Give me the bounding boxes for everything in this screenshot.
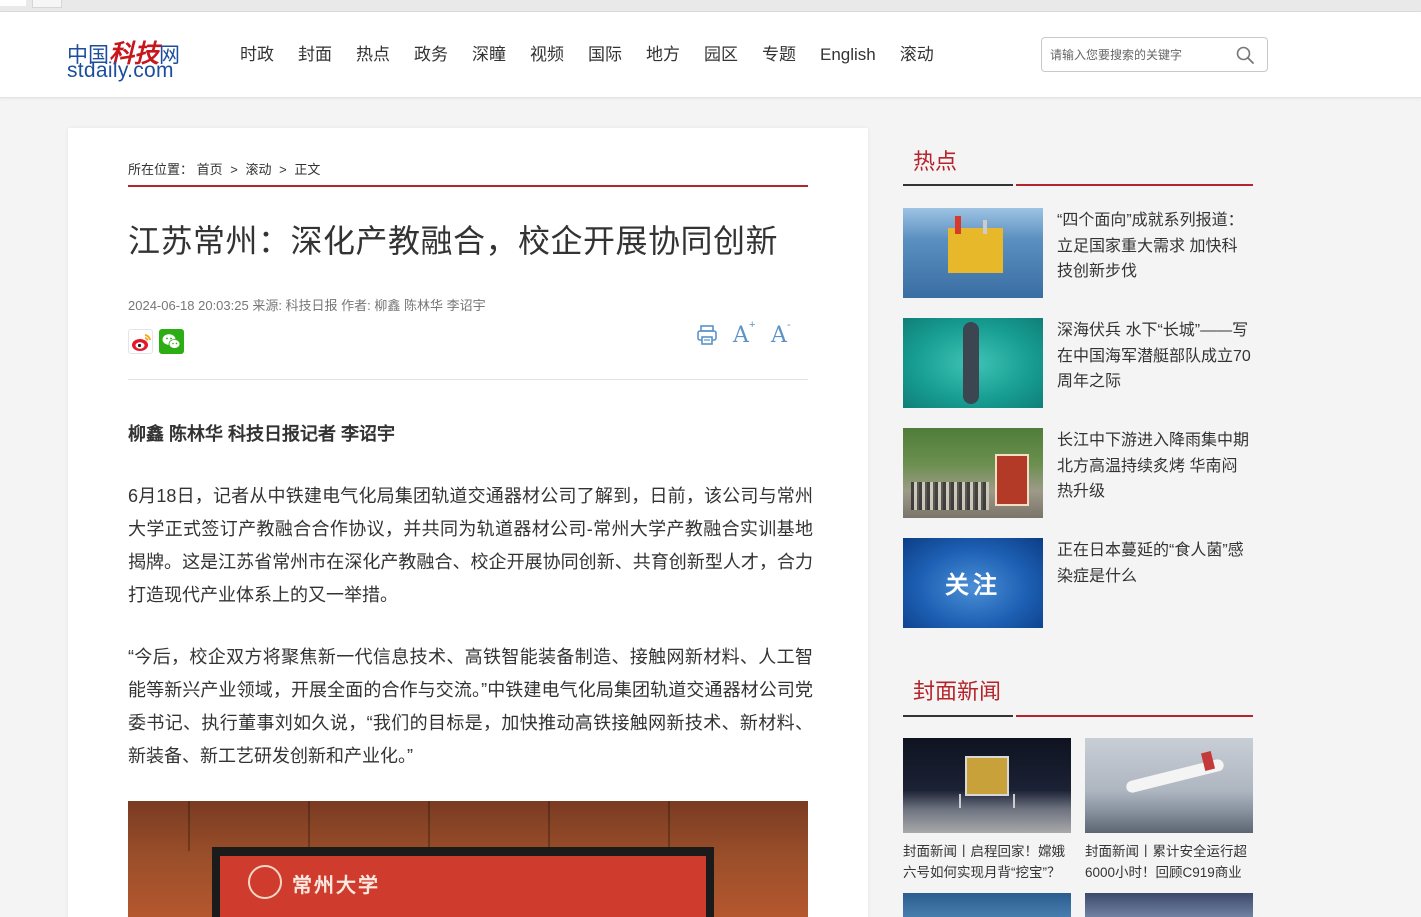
cover-list-item[interactable]: 封面新闻丨累计安全运行超6000小时！回顾C919商业运营一周年 bbox=[1085, 738, 1253, 883]
thumb-detail bbox=[948, 228, 1003, 273]
hot-item-title[interactable]: “四个面向”成就系列报道：立足国家重大需求 加快科技创新步伐 bbox=[1057, 208, 1253, 285]
font-decrease-button[interactable]: A- bbox=[771, 319, 795, 348]
font-decrease-sup: - bbox=[787, 319, 791, 331]
photo-detail bbox=[668, 801, 670, 851]
cover-item-title[interactable]: 封面新闻丨启程回家！嫦娥六号如何实现月背“挖宝”？ bbox=[903, 841, 1071, 883]
article-title: 江苏常州：深化产教融合，校企开展协同创新 bbox=[128, 223, 779, 259]
nav-item-politics[interactable]: 时政 bbox=[228, 43, 286, 69]
main-nav: 时政 封面 热点 政务 深瞳 视频 国际 地方 园区 专题 English 滚动 bbox=[228, 43, 946, 69]
site-logo[interactable]: 中国科技网 stdaily.com bbox=[67, 34, 197, 82]
photo-university-name: 常州大学 bbox=[292, 873, 380, 897]
article-paragraph: 6月18日，记者从中铁建电气化局集团轨道交通器材公司了解到，日前，该公司与常州大… bbox=[128, 486, 813, 605]
breadcrumb-prefix: 所在位置： bbox=[128, 162, 194, 177]
thumb-detail bbox=[959, 794, 1015, 808]
search-input[interactable] bbox=[1050, 44, 1230, 66]
font-increase-label: A bbox=[733, 323, 749, 348]
nav-item-scroll[interactable]: 滚动 bbox=[888, 43, 946, 69]
article-card: 所在位置： 首页 > 滚动 > 正文 江苏常州：深化产教融合，校企开展协同创新 … bbox=[68, 128, 868, 917]
breadcrumb-current: 正文 bbox=[294, 162, 321, 177]
thumb-detail bbox=[963, 322, 979, 404]
nav-item-video[interactable]: 视频 bbox=[518, 43, 576, 69]
search-icon[interactable] bbox=[1235, 45, 1255, 65]
photo-detail bbox=[428, 801, 430, 851]
article-author-line: 柳鑫 陈林华 科技日报记者 李诏宇 bbox=[128, 424, 396, 444]
article-paragraph: “今后，校企双方将聚焦新一代信息技术、高铁智能装备制造、接触网新材料、人工智能等… bbox=[128, 647, 813, 766]
section-divider bbox=[903, 184, 1013, 186]
cover-section-title: 封面新闻 bbox=[913, 679, 1002, 704]
weibo-icon[interactable] bbox=[128, 329, 153, 354]
article-photo: 常州大学 bbox=[128, 801, 808, 917]
nav-item-international[interactable]: 国际 bbox=[576, 43, 634, 69]
hot-thumbnail: 关注 bbox=[903, 538, 1043, 628]
cover-thumbnail bbox=[1085, 738, 1253, 833]
nav-item-cover[interactable]: 封面 bbox=[286, 43, 344, 69]
font-increase-sup: + bbox=[749, 319, 756, 331]
breadcrumb-divider bbox=[128, 185, 808, 187]
site-header: 中国科技网 stdaily.com 时政 封面 热点 政务 深瞳 视频 国际 地… bbox=[0, 12, 1421, 98]
font-increase-button[interactable]: A + bbox=[733, 319, 757, 348]
font-decrease-label: A bbox=[771, 323, 787, 348]
hot-thumbnail bbox=[903, 208, 1043, 298]
hot-list-item[interactable]: 关注 正在日本蔓延的“食人菌”感染症是什么 bbox=[903, 538, 1253, 628]
photo-detail bbox=[548, 801, 550, 851]
photo-detail bbox=[188, 801, 190, 851]
nav-item-government[interactable]: 政务 bbox=[402, 43, 460, 69]
breadcrumb-separator: > bbox=[230, 162, 238, 177]
breadcrumb-scroll[interactable]: 滚动 bbox=[246, 162, 272, 177]
hot-item-title[interactable]: 正在日本蔓延的“食人菌”感染症是什么 bbox=[1057, 538, 1253, 589]
hot-section-title: 热点 bbox=[913, 149, 958, 174]
thumb-detail bbox=[995, 454, 1029, 506]
cover-thumbnail[interactable] bbox=[1085, 893, 1253, 917]
meta-divider bbox=[128, 379, 808, 380]
section-divider bbox=[903, 715, 1013, 717]
nav-item-insight[interactable]: 深瞳 bbox=[460, 43, 518, 69]
breadcrumb-separator: > bbox=[279, 162, 287, 177]
hot-item-title[interactable]: 长江中下游进入降雨集中期 北方高温持续炙烤 华南闷热升级 bbox=[1057, 428, 1253, 505]
hot-list-item[interactable]: “四个面向”成就系列报道：立足国家重大需求 加快科技创新步伐 bbox=[903, 208, 1253, 298]
thumb-detail bbox=[911, 482, 989, 510]
university-seal-icon bbox=[248, 865, 282, 899]
share-bar bbox=[128, 329, 184, 354]
thumb-label: 关注 bbox=[945, 571, 1001, 599]
thumb-detail bbox=[983, 220, 987, 234]
nav-item-topics[interactable]: 专题 bbox=[750, 43, 808, 69]
photo-detail bbox=[308, 801, 310, 851]
cover-list-item[interactable]: 封面新闻丨启程回家！嫦娥六号如何实现月背“挖宝”？ bbox=[903, 738, 1071, 883]
nav-item-local[interactable]: 地方 bbox=[634, 43, 692, 69]
hot-item-title[interactable]: 深海伏兵 水下“长城”——写在中国海军潜艇部队成立70周年之际 bbox=[1057, 318, 1253, 395]
hot-list-item[interactable]: 深海伏兵 水下“长城”——写在中国海军潜艇部队成立70周年之际 bbox=[903, 318, 1253, 408]
hot-thumbnail bbox=[903, 318, 1043, 408]
cover-thumbnail bbox=[903, 738, 1071, 833]
browser-tab[interactable] bbox=[0, 0, 26, 6]
browser-tab-strip bbox=[0, 0, 1421, 12]
nav-item-english[interactable]: English bbox=[808, 43, 888, 69]
breadcrumb: 所在位置： 首页 > 滚动 > 正文 bbox=[128, 159, 320, 178]
article-body: 柳鑫 陈林华 科技日报记者 李诏宇 6月18日，记者从中铁建电气化局集团轨道交通… bbox=[128, 418, 813, 802]
print-icon[interactable] bbox=[695, 323, 719, 347]
cover-item-title[interactable]: 封面新闻丨累计安全运行超6000小时！回顾C919商业运营一周年 bbox=[1085, 841, 1253, 883]
section-divider bbox=[1016, 715, 1253, 717]
cover-thumbnail[interactable] bbox=[903, 893, 1071, 917]
hot-list-item[interactable]: 长江中下游进入降雨集中期 北方高温持续炙烤 华南闷热升级 bbox=[903, 428, 1253, 518]
wechat-icon[interactable] bbox=[159, 329, 184, 354]
article-meta: 2024-06-18 20:03:25 来源: 科技日报 作者: 柳鑫 陈林华 … bbox=[128, 298, 486, 313]
section-divider bbox=[1016, 184, 1253, 186]
thumb-detail bbox=[965, 756, 1009, 796]
logo-english: stdaily.com bbox=[67, 59, 174, 82]
hot-thumbnail bbox=[903, 428, 1043, 518]
search-box bbox=[1041, 37, 1268, 72]
nav-item-park[interactable]: 园区 bbox=[692, 43, 750, 69]
breadcrumb-home[interactable]: 首页 bbox=[197, 162, 223, 177]
thumb-detail bbox=[955, 216, 961, 234]
browser-tab[interactable] bbox=[32, 0, 62, 8]
article-tools: A + A- bbox=[695, 319, 795, 348]
nav-item-hot[interactable]: 热点 bbox=[344, 43, 402, 69]
